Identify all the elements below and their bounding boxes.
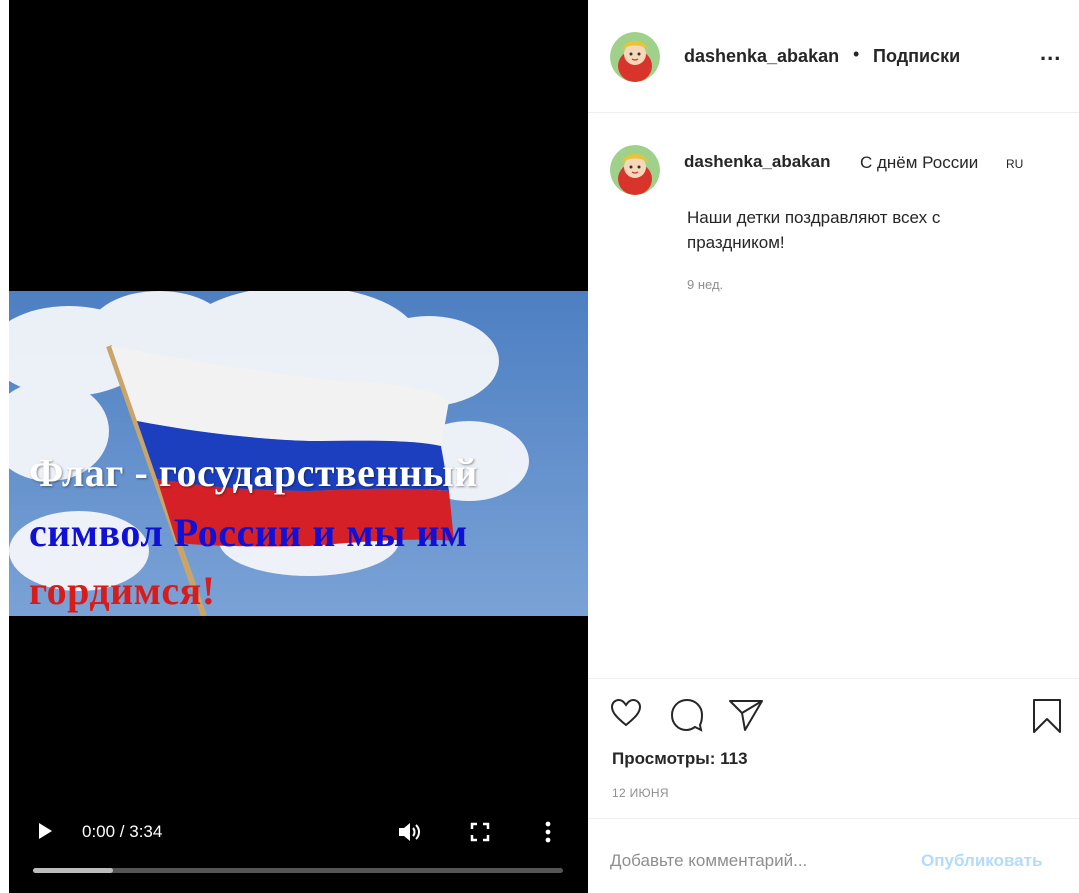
share-icon[interactable]	[728, 698, 764, 732]
video-player[interactable]: Флаг - государственный символ России и м…	[0, 0, 588, 893]
post-actions: Просмотры: 113 12 ИЮНЯ	[588, 678, 1079, 818]
publish-button[interactable]: Опубликовать	[921, 851, 1042, 871]
heart-icon[interactable]	[610, 698, 642, 728]
header-separator: •	[853, 44, 860, 64]
caption-avatar[interactable]	[610, 145, 660, 195]
overlay-line-1: Флаг - государственный	[29, 450, 478, 495]
add-comment-section: Опубликовать	[588, 818, 1079, 893]
caption-flag: RU	[1006, 157, 1024, 171]
overlay-line-2: символ России и мы им	[29, 510, 468, 555]
caption-timestamp[interactable]: 9 нед.	[687, 277, 723, 292]
caption-title: С днём России	[860, 153, 979, 172]
fullscreen-icon[interactable]	[469, 821, 491, 843]
progress-fill	[33, 868, 113, 873]
header-username[interactable]: dashenka_abakan	[684, 46, 839, 67]
caption-username[interactable]: dashenka_abakan	[684, 152, 830, 172]
play-icon[interactable]	[37, 822, 55, 842]
comment-input[interactable]	[610, 849, 900, 873]
views-count[interactable]: Просмотры: 113	[612, 749, 748, 769]
volume-icon[interactable]	[397, 820, 423, 844]
overlay-line-3: гордимся!	[29, 568, 216, 613]
more-options-icon[interactable]: ...	[1040, 40, 1061, 66]
comment-icon[interactable]	[670, 698, 704, 732]
video-frame: Флаг - государственный символ России и м…	[9, 291, 588, 616]
caption-body: Наши детки поздравляют всех с праздником…	[687, 208, 941, 252]
post-date: 12 ИЮНЯ	[612, 786, 669, 800]
following-button[interactable]: Подписки	[873, 46, 960, 67]
bookmark-icon[interactable]	[1032, 698, 1062, 734]
progress-bar[interactable]	[33, 868, 563, 873]
post-side-panel: dashenka_abakan • Подписки ... dashenka_…	[588, 0, 1079, 893]
more-vertical-icon[interactable]	[543, 820, 553, 844]
time-display: 0:00 / 3:34	[82, 822, 163, 841]
panel-edge	[0, 0, 9, 893]
post-header: dashenka_abakan • Подписки ...	[588, 0, 1079, 113]
video-controls: 0:00 / 3:34	[9, 808, 588, 893]
avatar[interactable]	[610, 32, 660, 82]
